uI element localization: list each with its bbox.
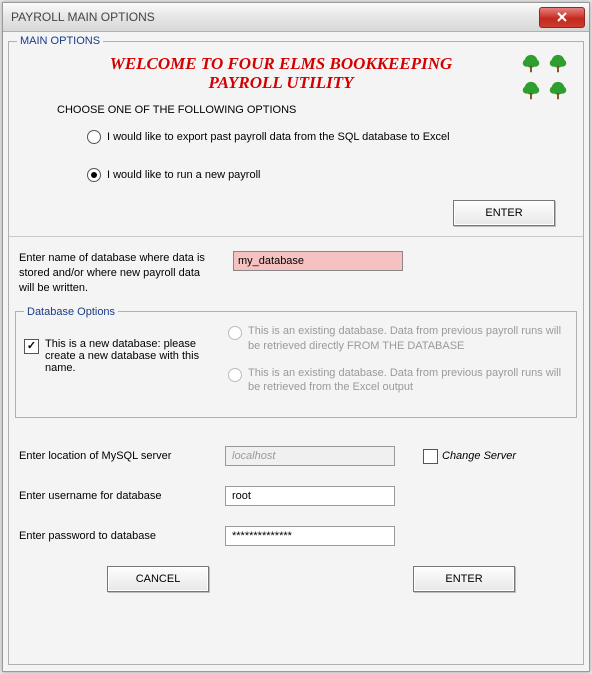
window-body: MAIN OPTIONS WELCOME TO FOUR ELMS BOOKKE… <box>3 32 589 671</box>
username-input[interactable] <box>225 486 395 506</box>
password-input[interactable] <box>225 526 395 546</box>
app-window: PAYROLL MAIN OPTIONS MAIN OPTIONS WELCOM… <box>2 2 590 672</box>
existing-from-db-option[interactable]: This is an existing database. Data from … <box>228 324 568 354</box>
server-location-label: Enter location of MySQL server <box>19 450 209 462</box>
radio-icon <box>228 326 242 340</box>
cancel-button-label: CANCEL <box>136 573 181 585</box>
close-icon <box>557 12 567 22</box>
option-run-row[interactable]: I would like to run a new payroll <box>87 168 575 182</box>
enter-button-label: ENTER <box>485 207 522 219</box>
server-location-row: Enter location of MySQL server Change Se… <box>17 446 575 466</box>
cancel-button[interactable]: CANCEL <box>107 566 209 592</box>
main-options-group: MAIN OPTIONS WELCOME TO FOUR ELMS BOOKKE… <box>8 35 584 665</box>
database-options-group: Database Options This is a new database:… <box>15 306 577 418</box>
db-name-input[interactable] <box>233 251 403 271</box>
server-block: Enter location of MySQL server Change Se… <box>17 446 575 546</box>
existing-from-db-label: This is an existing database. Data from … <box>248 324 568 354</box>
database-options-legend: Database Options <box>24 306 118 318</box>
existing-from-excel-label: This is an existing database. Data from … <box>248 366 568 396</box>
welcome-line1: WELCOME TO FOUR ELMS BOOKKEEPING <box>47 55 515 74</box>
username-label: Enter username for database <box>19 490 209 502</box>
tree-icon <box>520 53 544 77</box>
username-row: Enter username for database <box>17 486 575 506</box>
change-server-label: Change Server <box>442 450 516 462</box>
tree-icon <box>520 80 544 104</box>
radio-icon <box>87 130 101 144</box>
server-location-input <box>225 446 395 466</box>
close-button[interactable] <box>539 7 585 28</box>
checkbox-icon <box>423 449 438 464</box>
main-options-legend: MAIN OPTIONS <box>17 35 103 47</box>
change-server-option[interactable]: Change Server <box>423 448 516 464</box>
new-database-label: This is a new database: please create a … <box>45 338 214 374</box>
enter-button-bottom[interactable]: ENTER <box>413 566 515 592</box>
divider <box>9 236 583 237</box>
existing-from-excel-option[interactable]: This is an existing database. Data from … <box>228 366 568 396</box>
welcome-heading: WELCOME TO FOUR ELMS BOOKKEEPING PAYROLL… <box>47 55 515 92</box>
option-export-label: I would like to export past payroll data… <box>107 131 450 143</box>
radio-icon <box>87 168 101 182</box>
password-row: Enter password to database <box>17 526 575 546</box>
option-export-row[interactable]: I would like to export past payroll data… <box>87 130 575 144</box>
bottom-buttons: CANCEL ENTER <box>17 566 575 592</box>
checkbox-icon <box>24 339 39 354</box>
enter-button-top[interactable]: ENTER <box>453 200 555 226</box>
window-title: PAYROLL MAIN OPTIONS <box>11 10 155 24</box>
password-label: Enter password to database <box>19 530 209 542</box>
titlebar: PAYROLL MAIN OPTIONS <box>3 3 589 32</box>
logo-trees <box>520 53 571 104</box>
choose-label: CHOOSE ONE OF THE FOLLOWING OPTIONS <box>57 104 575 116</box>
enter-button-label: ENTER <box>445 573 482 585</box>
tree-icon <box>547 80 571 104</box>
db-name-row: Enter name of database where data is sto… <box>17 251 575 296</box>
radio-icon <box>228 368 242 382</box>
tree-icon <box>547 53 571 77</box>
new-database-option[interactable]: This is a new database: please create a … <box>24 324 214 407</box>
db-name-label: Enter name of database where data is sto… <box>19 251 209 296</box>
welcome-line2: PAYROLL UTILITY <box>47 74 515 93</box>
option-run-label: I would like to run a new payroll <box>107 169 260 181</box>
